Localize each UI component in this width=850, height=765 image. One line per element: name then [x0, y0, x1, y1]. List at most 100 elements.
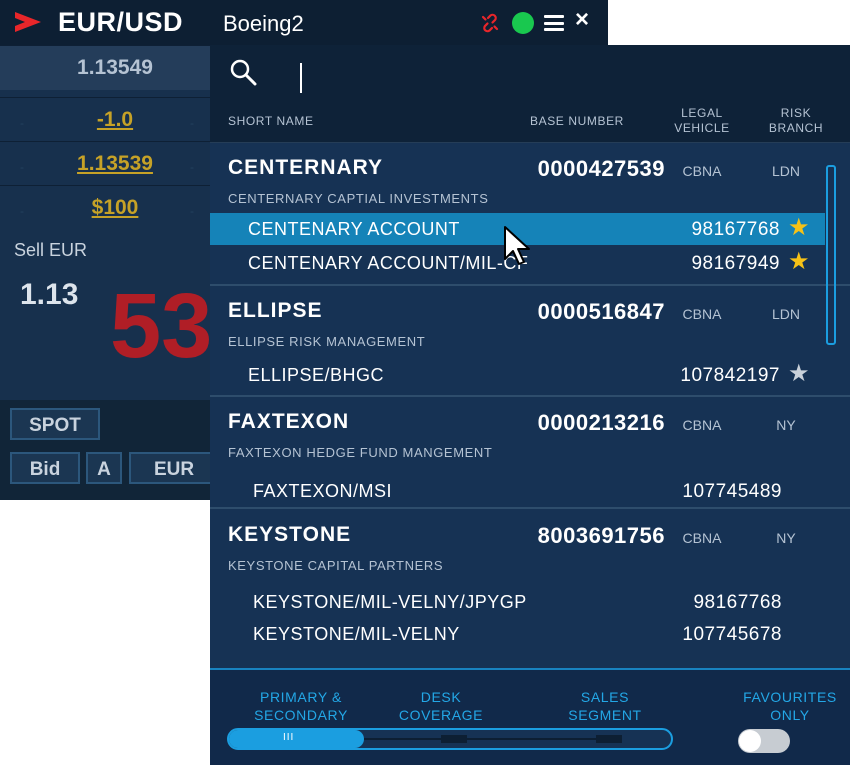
mouse-pointer-icon — [504, 226, 530, 265]
group-base-number: 0000427539 — [537, 156, 665, 181]
rate-row: - 1.13539 - — [0, 141, 210, 186]
trading-tile: EUR/USD 1.13549 - -1.0 - - 1.13539 - - $… — [0, 0, 219, 500]
account-row[interactable]: KEYSTONE/MIL-VELNY 107745678 — [210, 618, 825, 650]
account-name: CENTENARY ACCOUNT/MIL-CF — [248, 253, 529, 273]
account-number: 98167768 — [693, 592, 782, 613]
bid-rate-row: 1.13549 — [0, 45, 210, 90]
group-risk-branch: LDN — [771, 306, 800, 322]
column-header: SHORT NAME BASE NUMBER LEGAL VEHICLE RIS… — [210, 100, 850, 143]
account-group[interactable]: ELLIPSE 0000516847 CBNA LDN ELLIPSE RISK… — [210, 286, 850, 397]
group-short-name: ELLIPSE — [228, 299, 323, 322]
filter-label-line2: SECONDARY — [254, 707, 348, 723]
group-legal-vehicle: CBNA — [682, 417, 722, 433]
filter-favourites-only[interactable]: FAVOURITES ONLY — [730, 688, 850, 724]
popup-title-bar: Boeing2 × — [210, 0, 608, 45]
header-risk-line1: RISK — [780, 106, 812, 120]
account-group[interactable]: KEYSTONE 8003691756 CBNA NY KEYSTONE CAP… — [210, 510, 850, 668]
tile-title-bar: EUR/USD — [0, 0, 210, 45]
group-short-name: KEYSTONE — [228, 523, 352, 546]
star-icon[interactable]: ★ — [788, 250, 810, 274]
header-legal-vehicle[interactable]: LEGAL VEHICLE — [672, 106, 732, 136]
header-risk-branch[interactable]: RISK BRANCH — [766, 106, 826, 136]
filter-footer: PRIMARY & SECONDARY DESK COVERAGE SALES … — [210, 668, 850, 765]
account-name: FAXTEXON/MSI — [253, 481, 393, 501]
account-number: 107745678 — [682, 624, 782, 645]
slider-stop[interactable] — [441, 735, 467, 743]
dash: - — [190, 204, 194, 218]
dash: - — [190, 116, 194, 130]
star-icon[interactable]: ★ — [788, 362, 810, 386]
a-button[interactable]: A — [86, 452, 122, 484]
group-risk-branch: NY — [776, 417, 796, 433]
group-base-number: 8003691756 — [537, 523, 665, 548]
change-link[interactable]: -1.0 — [97, 108, 133, 131]
close-icon[interactable]: × — [575, 8, 589, 32]
header-legal-line2: VEHICLE — [674, 121, 730, 135]
sell-rate: 1.13 — [20, 278, 79, 311]
status-dot — [512, 12, 534, 34]
change-row: - -1.0 - — [0, 97, 210, 142]
filter-primary-secondary[interactable]: PRIMARY & SECONDARY — [241, 688, 361, 724]
account-name: KEYSTONE/MIL-VELNY — [253, 624, 460, 644]
filter-label-line1: FAVOURITES — [743, 689, 837, 705]
account-group[interactable]: FAXTEXON 0000213216 CBNA NY FAXTEXON HED… — [210, 397, 850, 509]
spot-button[interactable]: SPOT — [10, 408, 100, 440]
account-row[interactable]: FAXTEXON/MSI 107745489 — [210, 475, 825, 507]
filter-sales-segment[interactable]: SALES SEGMENT — [545, 688, 665, 724]
filter-label-line1: DESK — [420, 689, 462, 705]
account-number: 98167768 — [691, 219, 780, 240]
filter-label-line2: COVERAGE — [398, 707, 484, 723]
account-name: CENTENARY ACCOUNT — [248, 219, 460, 239]
filter-desk-coverage[interactable]: DESK COVERAGE — [381, 688, 501, 724]
star-icon[interactable]: ★ — [788, 216, 810, 240]
list-scrollbar[interactable] — [826, 165, 836, 345]
rate-link[interactable]: 1.13539 — [77, 152, 153, 175]
favourites-toggle[interactable] — [738, 729, 790, 753]
popup-title: Boeing2 — [223, 11, 304, 36]
group-risk-branch: NY — [776, 530, 796, 546]
group-legal-vehicle: CBNA — [682, 306, 722, 322]
filter-slider[interactable]: III — [227, 728, 673, 750]
account-row[interactable]: ELLIPSE/BHGC 107842197 ★ — [210, 359, 825, 391]
account-row[interactable]: KEYSTONE/MIL-VELNY/JPYGP 98167768 — [210, 586, 825, 618]
group-legal-vehicle: CBNA — [682, 530, 722, 546]
bid-rate: 1.13549 — [77, 56, 153, 79]
slider-handle[interactable]: III — [229, 730, 364, 748]
group-full-name: CENTERNARY CAPTIAL INVESTMENTS — [228, 191, 489, 206]
dash: - — [190, 160, 194, 174]
currency-pair: EUR/USD — [58, 7, 184, 37]
header-base-number[interactable]: BASE NUMBER — [530, 114, 624, 128]
filter-label-line1: PRIMARY & — [260, 689, 342, 705]
amount-row: - $100 - — [0, 185, 210, 230]
filter-label-line2: SEGMENT — [568, 707, 642, 723]
group-short-name: CENTERNARY — [228, 156, 384, 179]
filter-label-line2: ONLY — [770, 707, 810, 723]
menu-icon[interactable] — [544, 15, 564, 31]
search-input[interactable] — [300, 63, 714, 93]
slider-track — [364, 738, 622, 740]
account-number: 98167949 — [691, 253, 780, 274]
group-legal-vehicle: CBNA — [682, 163, 722, 179]
header-risk-line2: BRANCH — [768, 121, 824, 135]
group-risk-branch: LDN — [771, 163, 800, 179]
group-base-number: 0000516847 — [537, 299, 665, 324]
account-number: 107842197 — [680, 365, 780, 386]
slider-grip: III — [283, 732, 295, 743]
group-full-name: ELLIPSE RISK MANAGEMENT — [228, 334, 426, 349]
search-icon[interactable] — [228, 57, 260, 89]
bid-button[interactable]: Bid — [10, 452, 80, 484]
currency-button[interactable]: EUR — [129, 452, 219, 484]
unlink-icon[interactable] — [480, 13, 500, 33]
toggle-knob — [739, 730, 761, 752]
header-short-name[interactable]: SHORT NAME — [228, 114, 314, 128]
group-full-name: FAXTEXON HEDGE FUND MANGEMENT — [228, 445, 493, 460]
slider-stop[interactable] — [596, 735, 622, 743]
account-list: CENTERNARY 0000427539 CBNA LDN CENTERNAR… — [210, 143, 850, 668]
amount-link[interactable]: $100 — [92, 196, 139, 219]
account-picker-popup: Boeing2 × SHORT NAME BASE NUMBER LEGAL V… — [210, 0, 850, 765]
group-short-name: FAXTEXON — [228, 410, 350, 433]
tile-footer: SPOT Bid A EUR — [0, 400, 219, 500]
chevron-right-icon — [15, 12, 41, 32]
group-full-name: KEYSTONE CAPITAL PARTNERS — [228, 558, 444, 573]
sell-rate-pips: 53 — [110, 275, 213, 377]
